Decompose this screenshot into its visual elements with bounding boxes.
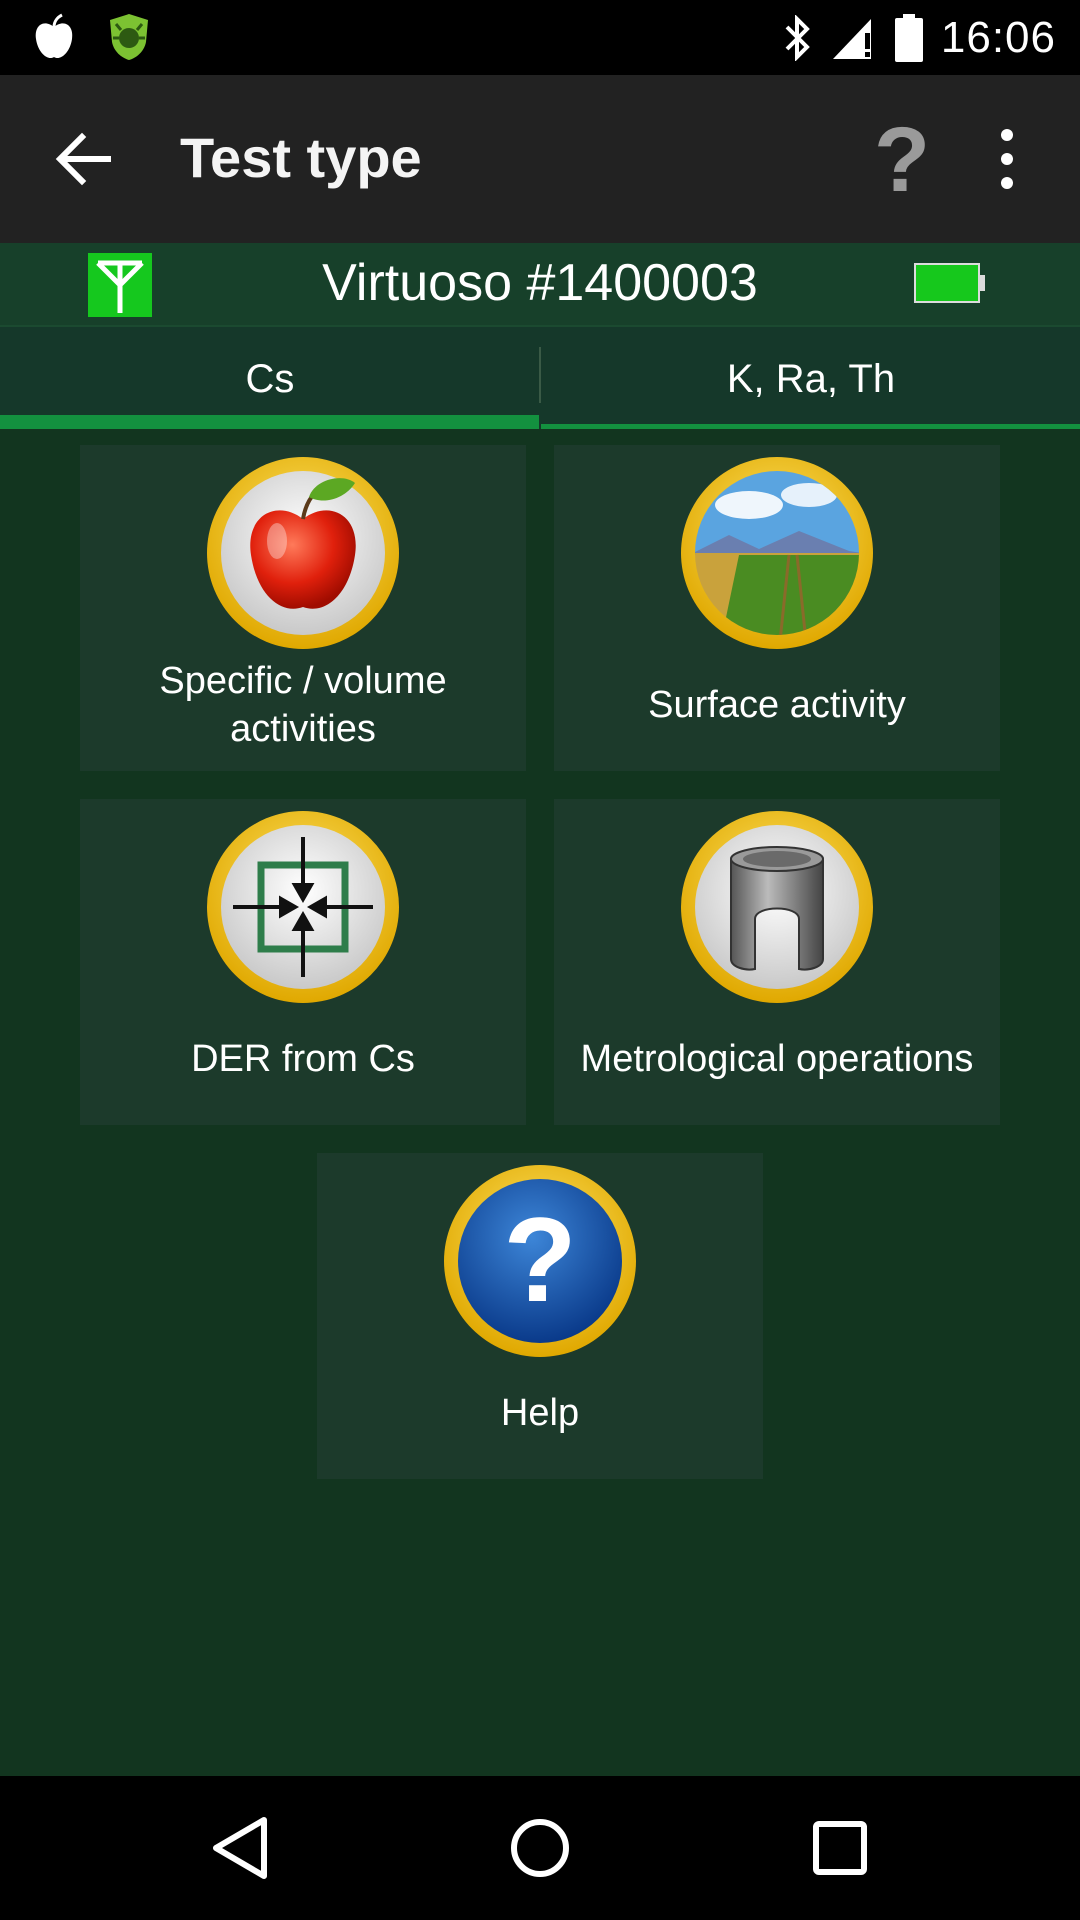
status-bar: 16:06	[0, 0, 1080, 75]
tab-cs-label: Cs	[245, 357, 295, 401]
apple-notification-icon	[35, 13, 73, 59]
landscape-field-icon	[681, 457, 873, 649]
tile-specific-volume-activities[interactable]: Specific / volume activities	[80, 445, 526, 771]
tab-cs[interactable]: Cs	[0, 327, 540, 429]
lead-shield-icon	[681, 811, 873, 1003]
bluetooth-icon	[785, 14, 810, 61]
help-circle-icon: ?	[444, 1165, 636, 1357]
home-circle-icon[interactable]	[504, 1812, 576, 1884]
status-clock: 16:06	[940, 12, 1056, 62]
battery-full-icon	[894, 13, 923, 62]
signal-warning-icon	[832, 18, 871, 59]
system-nav-bar	[0, 1776, 1080, 1920]
tile-help[interactable]: ? Help	[317, 1153, 763, 1479]
device-battery-icon	[914, 263, 985, 303]
device-bar: Virtuoso #1400003	[0, 243, 1080, 327]
tile-label: DER from Cs	[191, 1038, 415, 1080]
back-arrow-icon[interactable]	[52, 127, 116, 191]
tab-bar: Cs K, Ra, Th	[0, 327, 1080, 429]
tab-selected-indicator	[0, 415, 539, 429]
shield-bug-notification-icon	[110, 14, 148, 60]
arrows-to-center-icon	[207, 811, 399, 1003]
overflow-menu-icon[interactable]	[982, 125, 1032, 195]
tile-label-line2: activities	[230, 708, 376, 750]
tile-surface-activity[interactable]: Surface activity	[554, 445, 1000, 771]
tile-metrological-operations[interactable]: Metrological operations	[554, 799, 1000, 1125]
tile-label: Metrological operations	[580, 1038, 974, 1080]
help-question-icon[interactable]: ?	[870, 113, 934, 203]
svg-text:?: ?	[503, 1193, 576, 1327]
tile-label: Specific / volume	[159, 660, 447, 702]
tile-label: Surface activity	[648, 684, 906, 726]
tile-label: Help	[500, 1392, 580, 1434]
app-bar: Test type ?	[0, 75, 1080, 243]
svg-text:?: ?	[874, 113, 930, 203]
tab-k-ra-th[interactable]: K, Ra, Th	[541, 327, 1080, 429]
back-triangle-icon[interactable]	[204, 1812, 276, 1884]
recents-square-icon[interactable]	[804, 1812, 876, 1884]
tab-underline	[541, 424, 1080, 429]
page-title: Test type	[180, 126, 422, 189]
tile-der-from-cs[interactable]: DER from Cs	[80, 799, 526, 1125]
apple-icon	[207, 457, 399, 649]
tab-k-ra-th-label: K, Ra, Th	[726, 357, 896, 401]
